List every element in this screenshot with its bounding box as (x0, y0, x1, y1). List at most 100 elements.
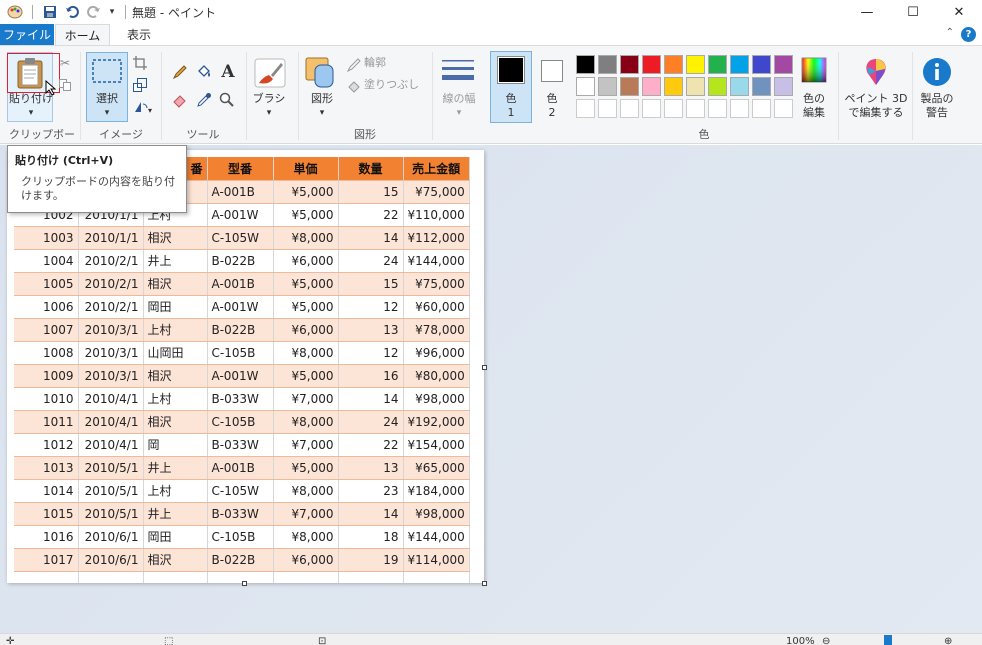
palette-swatch[interactable] (774, 55, 793, 74)
table-cell: 上村 (143, 387, 208, 411)
redo-icon[interactable] (83, 2, 105, 22)
group-separator (246, 52, 247, 140)
table-cell: 2010/6/1 (78, 525, 144, 549)
palette-swatch[interactable] (752, 99, 771, 118)
table-cell: 1009 (14, 364, 79, 388)
window-controls: — ☐ ✕ (844, 0, 982, 24)
table-cell: B-033W (207, 387, 274, 411)
palette-swatch[interactable] (576, 99, 595, 118)
palette-swatch[interactable] (752, 55, 771, 74)
eraser-icon[interactable] (172, 92, 188, 108)
table-cell: B-022B (207, 249, 274, 273)
customize-dropdown-icon[interactable]: ▾ (105, 2, 119, 22)
table-cell: 1008 (14, 341, 79, 365)
copy-icon[interactable] (58, 78, 72, 92)
help-icon[interactable]: ? (961, 27, 976, 42)
palette-swatch[interactable] (642, 77, 661, 96)
rotate-icon[interactable]: ▾ (132, 100, 154, 114)
zoom-in-icon[interactable]: ⊕ (944, 636, 952, 645)
tab-home[interactable]: ホーム (55, 24, 110, 45)
header-cell: 単価 (273, 157, 339, 181)
fill-label[interactable]: 塗りつぶし (364, 78, 430, 92)
palette-swatch[interactable] (664, 99, 683, 118)
text-tool-icon[interactable]: A (219, 62, 237, 82)
palette-swatch[interactable] (708, 99, 727, 118)
zoom-slider-thumb[interactable] (884, 635, 892, 645)
palette-swatch[interactable] (664, 55, 683, 74)
palette-swatch[interactable] (664, 77, 683, 96)
palette-swatch[interactable] (708, 77, 727, 96)
palette-swatch[interactable] (774, 99, 793, 118)
save-icon[interactable] (39, 2, 61, 22)
resize-icon[interactable] (132, 78, 148, 92)
palette-swatch[interactable] (708, 55, 727, 74)
palette-swatch[interactable] (598, 77, 617, 96)
table-cell: 2010/3/1 (78, 318, 144, 342)
cut-icon[interactable]: ✂ (58, 56, 72, 70)
maximize-button[interactable]: ☐ (890, 0, 936, 24)
zoom-out-icon[interactable]: ⊖ (822, 636, 830, 645)
palette-swatch[interactable] (774, 77, 793, 96)
palette-swatch[interactable] (642, 55, 661, 74)
resize-handle-right[interactable] (482, 365, 487, 370)
drawing-canvas[interactable]: 番 型番 単価 数量 売上金額 10012010/1/1A-001B¥5,000… (7, 150, 484, 583)
palette-swatch[interactable] (730, 99, 749, 118)
undo-icon[interactable] (61, 2, 83, 22)
palette-swatch[interactable] (686, 99, 705, 118)
table-cell: ¥6,000 (273, 548, 339, 572)
pencil-icon[interactable] (172, 64, 188, 80)
color2-swatch[interactable] (541, 60, 563, 82)
brush-dropdown-icon[interactable]: ▾ (248, 106, 290, 120)
brush-icon[interactable] (252, 56, 288, 90)
palette-swatch[interactable] (576, 55, 595, 74)
line-width-dropdown-icon[interactable]: ▾ (436, 106, 482, 120)
header-cell: 売上金額 (403, 157, 470, 181)
palette-swatch[interactable] (620, 99, 639, 118)
palette-swatch[interactable] (642, 99, 661, 118)
fill-icon[interactable] (346, 80, 362, 94)
table-row: 1008 2010/3/1 山岡田 C-105B ¥8,000 12 ¥96,000 (14, 341, 470, 365)
table-row: 1016 2010/6/1 岡田 C-105B ¥8,000 18 ¥144,000 (14, 525, 470, 549)
shapes-dropdown-icon[interactable]: ▾ (302, 106, 342, 120)
palette-swatch[interactable] (730, 55, 749, 74)
edit-colors-label-2: 編集 (803, 106, 825, 119)
magnifier-icon[interactable] (219, 92, 235, 108)
paste-dropdown-icon[interactable]: ▾ (8, 106, 54, 120)
outline-label[interactable]: 輪郭 (364, 56, 404, 70)
paint-app-icon[interactable] (4, 2, 26, 22)
outline-icon[interactable] (346, 58, 362, 72)
svg-text:▾: ▾ (148, 106, 152, 114)
paint3d-icon[interactable] (862, 56, 890, 88)
crop-icon[interactable] (132, 56, 148, 70)
edit-colors-icon[interactable] (801, 57, 827, 83)
tab-file[interactable]: ファイル (0, 24, 54, 45)
minimize-button[interactable]: — (844, 0, 890, 24)
table-cell (403, 571, 470, 583)
table-cell: 相沢 (143, 272, 208, 296)
palette-swatch[interactable] (620, 77, 639, 96)
palette-swatch[interactable] (686, 55, 705, 74)
select-dropdown-icon[interactable]: ▾ (86, 106, 128, 120)
resize-handle-bottom[interactable] (242, 581, 247, 586)
palette-swatch[interactable] (598, 99, 617, 118)
palette-swatch[interactable] (620, 55, 639, 74)
close-button[interactable]: ✕ (936, 0, 982, 24)
collapse-ribbon-icon[interactable]: ⌃ (946, 27, 954, 38)
line-width-icon[interactable] (440, 56, 476, 88)
table-cell (78, 571, 144, 583)
shapes-icon[interactable] (305, 56, 337, 90)
info-icon[interactable] (921, 56, 953, 88)
palette-swatch[interactable] (576, 77, 595, 96)
canvas-workspace[interactable]: 番 型番 単価 数量 売上金額 10012010/1/1A-001B¥5,000… (0, 145, 982, 633)
tab-view[interactable]: 表示 (113, 24, 165, 45)
quick-access-toolbar: ▾ 無題 - ペイント (0, 0, 216, 24)
palette-swatch[interactable] (598, 55, 617, 74)
table-cell: C-105W (207, 479, 274, 503)
palette-swatch[interactable] (730, 77, 749, 96)
color-picker-icon[interactable] (196, 92, 212, 108)
table-cell: 12 (338, 295, 404, 319)
palette-swatch[interactable] (752, 77, 771, 96)
fill-bucket-icon[interactable] (196, 64, 212, 80)
resize-handle-corner[interactable] (482, 581, 487, 586)
palette-swatch[interactable] (686, 77, 705, 96)
